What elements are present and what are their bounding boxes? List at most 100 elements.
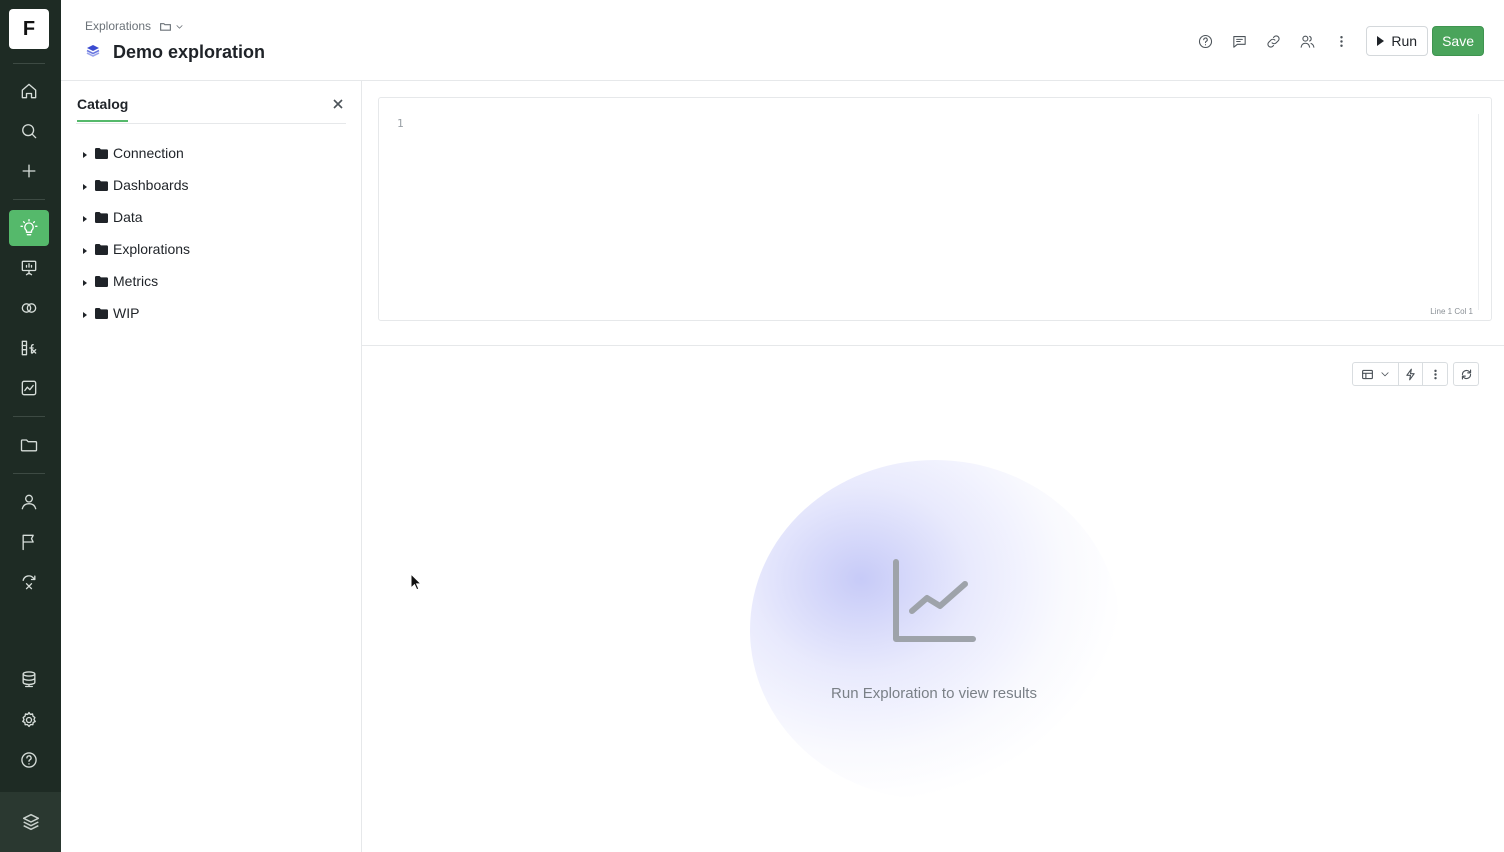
breadcrumb-explorations[interactable]: Explorations: [85, 19, 151, 33]
users-icon: [1300, 35, 1315, 48]
line-chart-icon: [890, 556, 980, 646]
share-users-button[interactable]: [1290, 26, 1324, 56]
nav-help[interactable]: [9, 742, 49, 778]
nav-home[interactable]: [9, 73, 49, 109]
tab-catalog[interactable]: Catalog: [77, 96, 129, 122]
nav-flags[interactable]: [9, 524, 49, 560]
user-icon: [21, 494, 37, 510]
nav-users[interactable]: [9, 484, 49, 520]
folder-icon: [20, 439, 38, 452]
folder-icon: [95, 179, 113, 191]
folder-icon: [160, 22, 171, 31]
nav-models[interactable]: [9, 290, 49, 326]
chart-icon: [21, 380, 37, 396]
caret-right-icon[interactable]: [83, 311, 87, 318]
nav-data-sources[interactable]: [9, 661, 49, 697]
caret-right-icon[interactable]: [83, 279, 87, 286]
nav-search[interactable]: [9, 113, 49, 149]
view-mode-button[interactable]: [1353, 363, 1399, 385]
nav-brand[interactable]: [0, 792, 61, 852]
table-icon: [1362, 369, 1373, 379]
caret-right-icon[interactable]: [83, 215, 87, 222]
chevron-down-icon: [1381, 372, 1389, 377]
help-icon: [1198, 34, 1212, 48]
caret-right-icon[interactable]: [83, 247, 87, 254]
function-icon: [21, 340, 37, 356]
refresh-tools: [1453, 362, 1479, 386]
tree-item-data[interactable]: Data: [83, 201, 190, 233]
comments-button[interactable]: [1222, 26, 1256, 56]
breadcrumb: Explorations: [85, 19, 184, 33]
catalog-header: Catalog: [76, 96, 346, 124]
help-icon: [21, 752, 37, 768]
nav-new[interactable]: [9, 153, 49, 189]
tree-item-dashboards[interactable]: Dashboards: [83, 169, 190, 201]
gear-icon: [22, 711, 36, 728]
more-vertical-icon: [1433, 369, 1437, 379]
nav-divider: [13, 63, 45, 64]
folder-picker[interactable]: [159, 20, 184, 33]
run-label: Run: [1391, 33, 1418, 49]
close-catalog-button[interactable]: [330, 96, 346, 112]
run-button[interactable]: Run: [1366, 26, 1429, 56]
more-vertical-icon: [1340, 35, 1343, 47]
exploration-icon: [85, 42, 101, 63]
refresh-button[interactable]: [1454, 363, 1478, 385]
nav-settings[interactable]: [9, 702, 49, 738]
tree-item-label: Explorations: [113, 241, 191, 257]
caret-right-icon[interactable]: [83, 183, 87, 190]
mouse-cursor-icon: [410, 573, 422, 591]
more-menu-button[interactable]: [1324, 26, 1358, 56]
tree-item-label: WIP: [113, 305, 140, 321]
app-logo[interactable]: F: [9, 9, 49, 49]
title-row: Demo exploration: [85, 42, 265, 63]
refresh-icon: [1461, 368, 1471, 380]
tree-item-wip[interactable]: WIP: [83, 297, 190, 329]
nav-divider: [13, 473, 45, 474]
flag-icon: [22, 534, 34, 551]
chevron-down-icon: [176, 24, 183, 29]
help-button[interactable]: [1188, 26, 1222, 56]
query-editor[interactable]: 1 Line 1 Col 1: [378, 97, 1492, 321]
header-actions: Run Save: [1188, 26, 1484, 56]
presentation-icon: [21, 260, 37, 276]
search-icon: [22, 124, 37, 139]
folder-icon: [95, 307, 113, 319]
nav-reports[interactable]: [9, 370, 49, 406]
results-more-button[interactable]: [1423, 363, 1447, 385]
tree-item-explorations[interactable]: Explorations: [83, 233, 190, 265]
empty-state-message: Run Exploration to view results: [831, 685, 1037, 702]
nav-explorations[interactable]: [9, 210, 49, 246]
nav-dashboards[interactable]: [9, 250, 49, 286]
page-title[interactable]: Demo exploration: [113, 42, 265, 63]
database-icon: [22, 671, 36, 688]
nav-divider: [13, 416, 45, 417]
view-tools: [1352, 362, 1448, 386]
nav-files[interactable]: [9, 427, 49, 463]
circles-icon: [21, 303, 37, 313]
save-button[interactable]: Save: [1432, 26, 1484, 56]
folder-icon: [95, 211, 113, 223]
tree-item-label: Connection: [113, 145, 184, 161]
caret-right-icon[interactable]: [83, 151, 87, 158]
brand-stack-icon: [22, 813, 39, 831]
share-link-button[interactable]: [1256, 26, 1290, 56]
catalog-panel: Catalog Connection Dashboards Data Explo…: [61, 81, 362, 852]
tree-item-label: Data: [113, 209, 143, 225]
quick-action-button[interactable]: [1399, 363, 1423, 385]
tree-item-metrics[interactable]: Metrics: [83, 265, 190, 297]
play-icon: [1377, 36, 1385, 46]
nav-swap[interactable]: [9, 564, 49, 600]
close-icon: [333, 99, 343, 109]
comment-icon: [1233, 35, 1246, 48]
cursor-position-status: Line 1 Col 1: [1430, 307, 1473, 316]
plus-icon: [22, 164, 36, 178]
line-number: 1: [397, 117, 404, 130]
nav-metrics[interactable]: [9, 330, 49, 366]
results-toolbar: [1352, 362, 1479, 386]
folder-icon: [95, 243, 113, 255]
catalog-tree: Connection Dashboards Data Explorations …: [83, 137, 190, 329]
editor-scrollbar[interactable]: [1478, 114, 1479, 310]
tree-item-connection[interactable]: Connection: [83, 137, 190, 169]
panel-divider[interactable]: [362, 345, 1504, 346]
